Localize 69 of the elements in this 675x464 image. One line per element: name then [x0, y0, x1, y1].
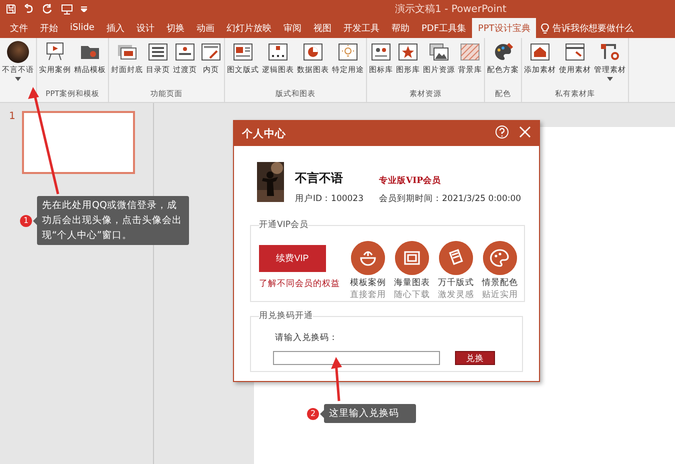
tell-me-field[interactable]: 告诉我你想要做什么: [552, 22, 634, 34]
feature-title: 海量图表: [394, 277, 430, 289]
feature-subtitle: 随心下载: [394, 289, 430, 301]
window-title: 演示文稿1 - PowerPoint: [395, 2, 506, 16]
caret-icon[interactable]: [607, 77, 613, 81]
ribbon-tab[interactable]: 幻灯片放映: [220, 18, 278, 38]
ribbon-tab[interactable]: PPT设计宝典: [472, 18, 536, 38]
list-icon: [147, 41, 169, 63]
lightbulb-icon: [541, 22, 550, 34]
bowl-emblem-icon[interactable]: [351, 241, 385, 275]
palette-emblem-icon[interactable]: [483, 241, 517, 275]
palette-icon: [492, 41, 514, 63]
expiry-date: 会员到期时间：2021/3/25 0:00:00: [379, 193, 522, 205]
presentation-board-icon: [44, 41, 66, 63]
image-text-icon: [232, 41, 254, 63]
ribbon-tab[interactable]: 设计: [130, 18, 160, 38]
undo-icon[interactable]: [24, 4, 35, 14]
avatar-icon: [7, 41, 29, 63]
contact-card-icon: [370, 41, 392, 63]
redeem-prompt: 请输入兑换码：: [274, 332, 339, 344]
slideshow-icon[interactable]: [61, 4, 73, 14]
edit-page-icon: [200, 41, 222, 63]
section-title: 用兑换码开通: [259, 310, 313, 322]
step-number: 1: [20, 214, 32, 226]
user-id: 用户ID：100023: [295, 193, 364, 205]
arrow: [331, 357, 342, 402]
ribbon-tab[interactable]: 视图: [307, 18, 338, 38]
help-icon: [495, 125, 509, 139]
ribbon-tab[interactable]: 开发工具: [337, 18, 386, 38]
feature-subtitle: 直接套用: [350, 289, 386, 301]
slide-number: 1: [9, 111, 16, 122]
redeem-code-field[interactable]: [273, 351, 440, 365]
benefits-link[interactable]: 了解不同会员的权益: [259, 278, 340, 290]
image-stack-icon: [428, 41, 450, 63]
ribbon-tab[interactable]: 插入: [100, 18, 130, 38]
ribbon-tab[interactable]: 帮助: [385, 18, 416, 38]
ribbon-tab[interactable]: 文件: [4, 18, 34, 38]
feature-subtitle: 贴近实用: [482, 289, 518, 301]
frame-emblem-icon[interactable]: [395, 241, 429, 275]
feature-subtitle: 激发灵感: [438, 289, 474, 301]
ribbon-tab[interactable]: PDF工具集: [415, 18, 472, 38]
slide-thumbnail[interactable]: [22, 111, 136, 174]
ribbon-tab[interactable]: 开始: [34, 18, 64, 38]
pie-chart-icon: [302, 41, 324, 63]
pages-emblem-icon[interactable]: [439, 241, 473, 275]
membership-level: 专业版VIP会员: [379, 175, 442, 187]
renew-vip-button[interactable]: 续费VIP: [259, 245, 326, 272]
redo-icon[interactable]: [43, 4, 53, 14]
customize-menu-icon[interactable]: [81, 6, 87, 12]
section-title: 开通VIP会员: [259, 219, 308, 231]
ribbon-tab[interactable]: iSlide: [64, 18, 100, 38]
save-icon[interactable]: [6, 4, 16, 14]
window-icon: [564, 41, 586, 63]
flow-icon: [599, 41, 621, 63]
diagram-icon: [267, 41, 289, 63]
redeem-button[interactable]: 兑换: [455, 351, 495, 365]
dialog-title: 个人中心: [242, 126, 287, 140]
slide-icon: [174, 41, 196, 63]
user-name: 不言不语: [295, 170, 344, 187]
caret-icon[interactable]: [15, 77, 21, 81]
close-icon: [519, 126, 531, 138]
ribbon-tab[interactable]: 切换: [160, 18, 190, 38]
ribbon-tab[interactable]: 审阅: [277, 18, 308, 38]
feature-title: 情景配色: [482, 277, 518, 289]
feature-title: 万千版式: [438, 277, 474, 289]
feature-title: 模板案例: [350, 277, 386, 289]
ribbon-tab[interactable]: 动画: [190, 18, 220, 38]
house-icon: [529, 41, 551, 63]
hatch-pattern-icon: [459, 41, 481, 63]
